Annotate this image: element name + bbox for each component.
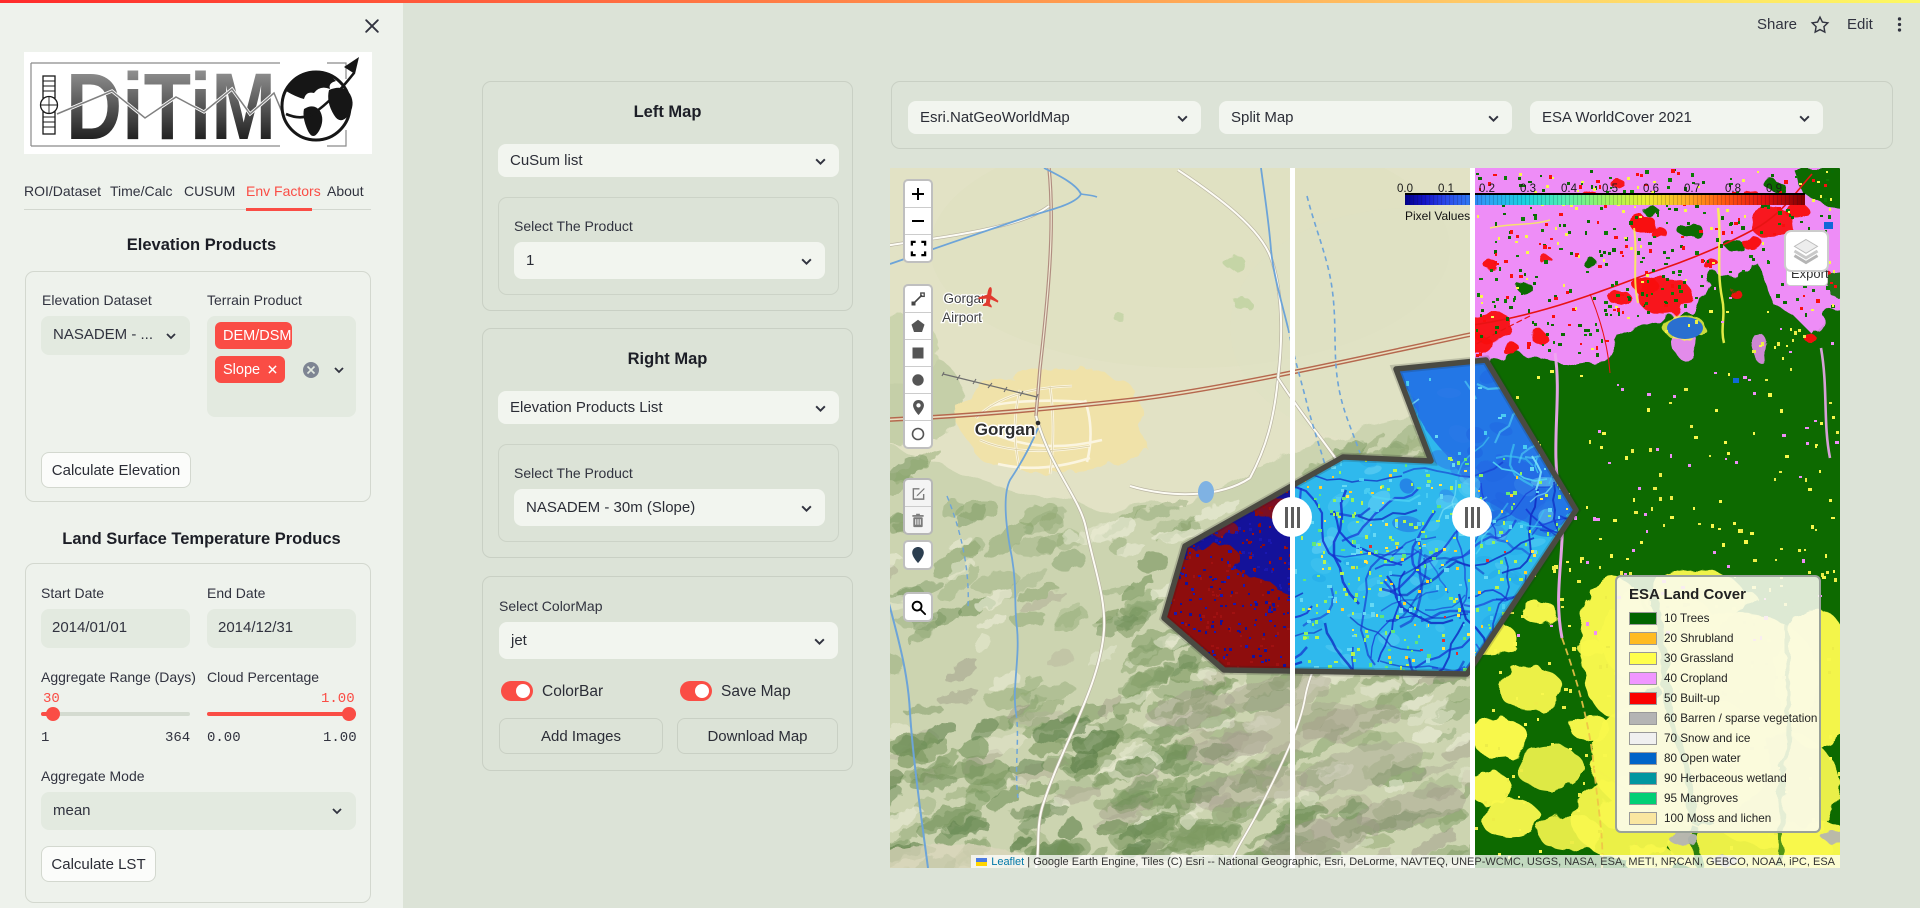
- svg-text:Airport: Airport: [942, 310, 982, 325]
- svg-text:Gorgan: Gorgan: [975, 420, 1035, 439]
